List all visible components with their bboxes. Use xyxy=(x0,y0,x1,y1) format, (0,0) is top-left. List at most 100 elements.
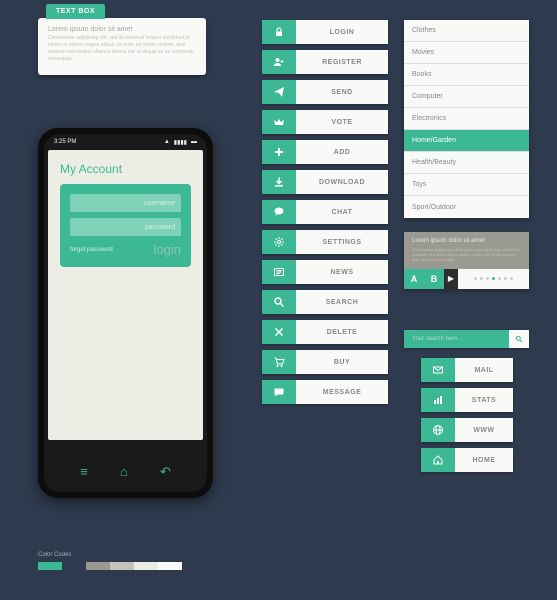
category-item[interactable]: Toys xyxy=(404,174,529,196)
pager-dot[interactable] xyxy=(480,277,483,280)
phone-statusbar: 3:25 PM ▲ ▮▮▮▮ ▬ xyxy=(44,134,207,150)
tab-a[interactable]: A xyxy=(404,269,424,289)
button-label: LOGIN xyxy=(296,20,388,44)
button-label: DOWNLOAD xyxy=(296,170,388,194)
tab-card: Lorem ipsum dolor sit amet Consectetur a… xyxy=(404,232,529,289)
phone-screen: My Account username password forgot pass… xyxy=(48,150,203,440)
pager-dot[interactable] xyxy=(474,277,477,280)
mail-button[interactable]: MAIL xyxy=(421,358,513,382)
news-icon xyxy=(262,260,296,284)
stats-button[interactable]: STATS xyxy=(421,388,513,412)
tab-b[interactable]: B xyxy=(424,269,444,289)
home-icon xyxy=(421,448,455,472)
pager-dot[interactable] xyxy=(486,277,489,280)
category-item[interactable]: Sport/Outdoor xyxy=(404,196,529,218)
home-button[interactable]: HOME xyxy=(421,448,513,472)
textbox-body: Consectetur adipiscing elit, sed do eius… xyxy=(38,35,206,75)
textbox-title: Lorem ipsum dolor sit amet xyxy=(38,18,206,35)
gear-icon xyxy=(262,230,296,254)
cart-icon xyxy=(262,350,296,374)
news-button[interactable]: NEWS xyxy=(262,260,388,284)
button-label: MAIL xyxy=(455,358,513,382)
button-label: MESSAGE xyxy=(296,380,388,404)
back-icon[interactable]: ↶ xyxy=(160,464,171,480)
delete-button[interactable]: DELETE xyxy=(262,320,388,344)
textbox-tab: TEXT BOX xyxy=(46,4,105,19)
category-item[interactable]: Computer xyxy=(404,86,529,108)
button-label: DELETE xyxy=(296,320,388,344)
plus-icon xyxy=(262,140,296,164)
battery-icon: ▬ xyxy=(191,139,197,145)
search-submit-button[interactable] xyxy=(509,330,529,348)
login-form: username password forgot password login xyxy=(60,184,191,267)
phone-nav: ≡ ⌂ ↶ xyxy=(44,464,207,480)
account-title: My Account xyxy=(60,162,191,176)
signal-icon: ▮▮▮▮ xyxy=(174,139,187,146)
color-swatch xyxy=(38,562,62,570)
pager-dot[interactable] xyxy=(504,277,507,280)
textbox-card: TEXT BOX Lorem ipsum dolor sit amet Cons… xyxy=(38,18,206,75)
button-label: CHAT xyxy=(296,200,388,224)
search-bar[interactable]: Your search here... xyxy=(404,330,529,348)
pager-dot[interactable] xyxy=(510,277,513,280)
category-item[interactable]: Electronics xyxy=(404,108,529,130)
search-icon xyxy=(262,290,296,314)
search-placeholder: Your search here... xyxy=(412,336,509,342)
tab-card-body: Consectetur adipiscing elit sed do eiusm… xyxy=(412,247,521,263)
download-icon xyxy=(262,170,296,194)
pager-dot[interactable] xyxy=(492,277,495,280)
chat-button[interactable]: CHAT xyxy=(262,200,388,224)
phone-mockup: 3:25 PM ▲ ▮▮▮▮ ▬ My Account username pas… xyxy=(38,128,213,498)
forgot-password-link[interactable]: forgot password xyxy=(70,247,113,253)
color-swatch xyxy=(134,562,158,570)
crown-icon xyxy=(262,110,296,134)
button-column: LOGIN REGISTER SEND VOTE ADD DOWNLOAD CH… xyxy=(262,20,388,404)
username-input[interactable]: username xyxy=(70,194,181,212)
color-swatch xyxy=(158,562,182,570)
pager-dots xyxy=(458,269,529,289)
lock-icon xyxy=(262,20,296,44)
www-button[interactable]: WWW xyxy=(421,418,513,442)
message-button[interactable]: MESSAGE xyxy=(262,380,388,404)
phone-time: 3:25 PM xyxy=(54,139,76,145)
color-codes-label: Color Codes xyxy=(38,552,71,558)
x-icon xyxy=(262,320,296,344)
settings-button[interactable]: SETTINGS xyxy=(262,230,388,254)
globe-icon xyxy=(421,418,455,442)
tab-next-arrow[interactable]: ▶ xyxy=(444,269,458,289)
category-item[interactable]: Books xyxy=(404,64,529,86)
add-button[interactable]: ADD xyxy=(262,140,388,164)
login-button[interactable]: LOGIN xyxy=(262,20,388,44)
home-icon[interactable]: ⌂ xyxy=(120,464,128,480)
vote-button[interactable]: VOTE xyxy=(262,110,388,134)
tab-row: AB▶ xyxy=(404,269,529,289)
button-label: NEWS xyxy=(296,260,388,284)
pager-dot[interactable] xyxy=(498,277,501,280)
category-item[interactable]: Home/Garden xyxy=(404,130,529,152)
wifi-icon: ▲ xyxy=(164,139,170,145)
button-label: BUY xyxy=(296,350,388,374)
register-button[interactable]: REGISTER xyxy=(262,50,388,74)
message-icon xyxy=(262,380,296,404)
login-button[interactable]: login xyxy=(154,242,181,257)
search-button[interactable]: SEARCH xyxy=(262,290,388,314)
category-item[interactable]: Clothes xyxy=(404,20,529,42)
send-button[interactable]: SEND xyxy=(262,80,388,104)
stats-icon xyxy=(421,388,455,412)
menu-icon[interactable]: ≡ xyxy=(80,464,88,480)
password-input[interactable]: password xyxy=(70,218,181,236)
category-item[interactable]: Health/Beauty xyxy=(404,152,529,174)
category-item[interactable]: Movies xyxy=(404,42,529,64)
color-swatch xyxy=(86,562,110,570)
category-list: ClothesMoviesBooksComputerElectronicsHom… xyxy=(404,20,529,218)
chat-icon xyxy=(262,200,296,224)
button-label: HOME xyxy=(455,448,513,472)
button-label: ADD xyxy=(296,140,388,164)
button-column-2: MAIL STATS WWW HOME xyxy=(421,358,513,472)
mail-icon xyxy=(421,358,455,382)
button-label: STATS xyxy=(455,388,513,412)
button-label: SETTINGS xyxy=(296,230,388,254)
buy-button[interactable]: BUY xyxy=(262,350,388,374)
color-swatches xyxy=(38,562,182,570)
download-button[interactable]: DOWNLOAD xyxy=(262,170,388,194)
